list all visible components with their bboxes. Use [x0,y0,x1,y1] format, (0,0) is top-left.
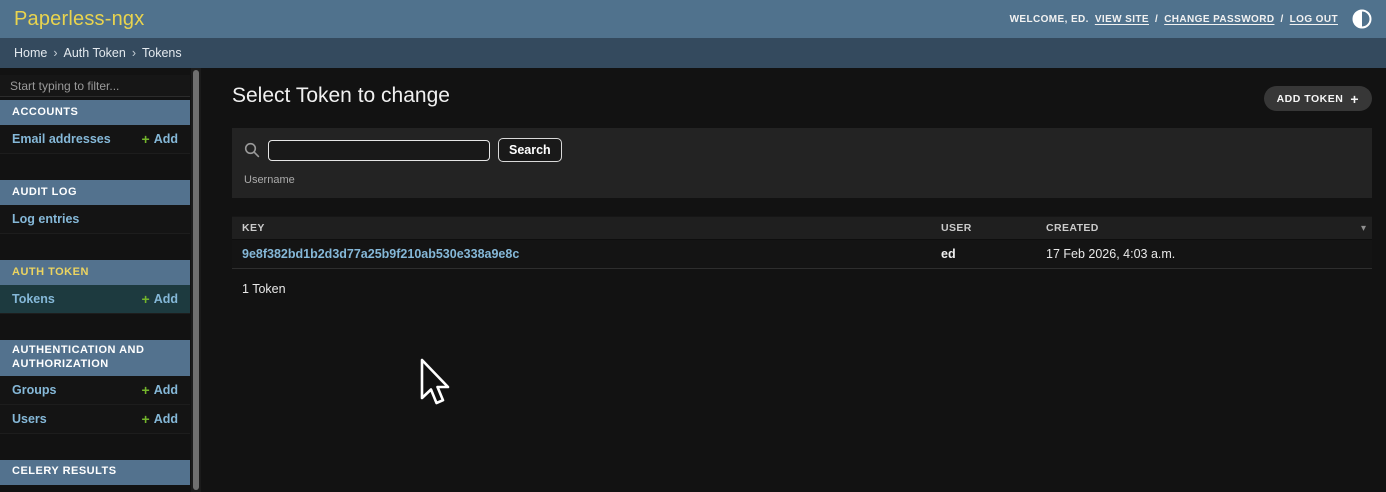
breadcrumb-current: Tokens [142,46,182,60]
sidebar-section-auth-token: AUTH TOKEN Tokens + Add [0,260,190,314]
add-token-button-label: ADD TOKEN [1277,93,1344,105]
page-title: Select Token to change [232,84,450,108]
log-out-link[interactable]: LOG OUT [1290,14,1338,25]
breadcrumb: Home › Auth Token › Tokens [0,38,1386,68]
sidebar-item-email-addresses[interactable]: Email addresses + Add [0,125,190,154]
add-label: Add [154,292,178,306]
sidebar-item-label[interactable]: Groups [12,383,56,397]
sidebar-section-auth-authz: AUTHENTICATION AND AUTHORIZATION Groups … [0,340,190,434]
sidebar-item-label[interactable]: Tokens [12,292,55,306]
search-button[interactable]: Search [498,138,562,162]
token-created-cell: 17 Feb 2026, 4:03 a.m. [1046,247,1175,261]
sidebar-section-title-auth-token[interactable]: AUTH TOKEN [0,260,190,285]
sidebar-item-groups[interactable]: Groups + Add [0,376,190,405]
token-user-cell: ed [941,247,956,261]
column-header-user[interactable]: USER [941,222,1046,234]
search-field-label: Username [244,174,1360,186]
add-email-address-link[interactable]: + Add [142,132,179,146]
breadcrumb-app[interactable]: Auth Token [64,46,126,60]
table-row: 9e8f382bd1b2d3d77a25b9f210ab530e338a9e8c… [232,240,1372,269]
sidebar-nav: ACCOUNTS Email addresses + Add AUDIT LOG… [0,68,190,492]
sidebar-section-title-audit-log[interactable]: AUDIT LOG [0,180,190,205]
sidebar-section-audit-log: AUDIT LOG Log entries [0,180,190,234]
sidebar-scrollbar-thumb[interactable] [193,70,199,490]
sidebar-item-label[interactable]: Users [12,412,47,426]
sidebar-section-title-auth-authz[interactable]: AUTHENTICATION AND AUTHORIZATION [0,340,190,376]
breadcrumb-home[interactable]: Home [14,46,47,60]
table-header-row: KEY USER CREATED ▾ [232,216,1372,240]
sidebar-item-tokens[interactable]: Tokens + Add [0,285,190,314]
change-password-link[interactable]: CHANGE PASSWORD [1164,14,1274,25]
search-icon [244,142,260,158]
sidebar-item-label[interactable]: Email addresses [12,132,111,146]
view-site-link[interactable]: VIEW SITE [1095,14,1149,25]
token-key-link[interactable]: 9e8f382bd1b2d3d77a25b9f210ab530e338a9e8c [242,247,519,261]
plus-icon: + [142,383,150,397]
sidebar-item-log-entries[interactable]: Log entries [0,205,190,234]
brand-title[interactable]: Paperless-ngx [14,8,144,31]
add-user-link[interactable]: + Add [142,412,179,426]
column-header-key[interactable]: KEY [232,222,941,234]
user-tools: WELCOME, ED. VIEW SITE / CHANGE PASSWORD… [1010,9,1372,29]
plus-icon: + [1350,92,1359,106]
sidebar-section-accounts: ACCOUNTS Email addresses + Add [0,100,190,154]
add-label: Add [154,412,178,426]
sort-caret-icon[interactable]: ▾ [1346,223,1372,234]
search-bar: Search [244,138,1360,162]
tokens-table: KEY USER CREATED ▾ 9e8f382bd1b2d3d77a25b… [232,216,1372,296]
sidebar-item-label[interactable]: Log entries [12,212,79,226]
main-content: Select Token to change ADD TOKEN + Searc… [201,68,1386,492]
search-input[interactable] [268,140,490,161]
sidebar-section-celery-results: CELERY RESULTS [0,460,190,485]
tools-separator: / [1155,14,1158,25]
breadcrumb-separator: › [53,46,57,60]
add-label: Add [154,383,178,397]
breadcrumb-separator: › [132,46,136,60]
sidebar-item-users[interactable]: Users + Add [0,405,190,434]
add-group-link[interactable]: + Add [142,383,179,397]
result-count: 1 Token [232,282,1372,296]
title-row: Select Token to change ADD TOKEN + [232,84,1372,111]
sidebar-filter-input[interactable] [0,75,190,97]
add-token-link[interactable]: + Add [142,292,179,306]
theme-toggle-icon[interactable] [1352,9,1372,29]
plus-icon: + [142,132,150,146]
column-header-created[interactable]: CREATED [1046,222,1346,234]
paperless-admin-window: Paperless-ngx WELCOME, ED. VIEW SITE / C… [0,0,1386,492]
sidebar-section-title-celery-results[interactable]: CELERY RESULTS [0,460,190,485]
add-label: Add [154,132,178,146]
sidebar-scrollbar[interactable] [191,68,201,492]
add-token-button[interactable]: ADD TOKEN + [1264,86,1372,111]
sidebar-section-title-accounts[interactable]: ACCOUNTS [0,100,190,125]
welcome-text: WELCOME, ED. [1010,14,1089,25]
plus-icon: + [142,292,150,306]
tools-separator: / [1280,14,1283,25]
top-header: Paperless-ngx WELCOME, ED. VIEW SITE / C… [0,0,1386,38]
search-module: Search Username [232,128,1372,198]
plus-icon: + [142,412,150,426]
